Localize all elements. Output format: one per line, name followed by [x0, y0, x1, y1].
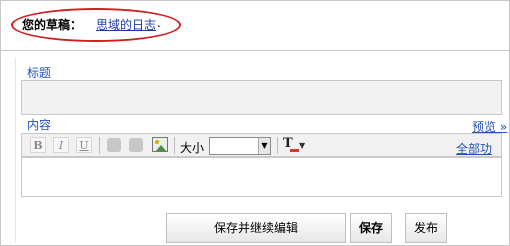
- emoticon-icon[interactable]: [107, 138, 121, 152]
- title-input[interactable]: [21, 80, 502, 115]
- save-button[interactable]: 保存: [350, 213, 392, 243]
- bold-button[interactable]: B: [30, 137, 46, 153]
- color-bar: [290, 149, 299, 152]
- divider: [1, 50, 509, 51]
- insert-image-icon[interactable]: [152, 137, 168, 152]
- font-color-button[interactable]: T ▼: [283, 136, 306, 154]
- publish-button[interactable]: 发布: [405, 213, 447, 243]
- content-label: 内容: [27, 118, 52, 132]
- font-size-select[interactable]: ▼: [209, 137, 271, 155]
- draft-dot: .: [157, 16, 161, 30]
- chevron-down-icon: ▼: [299, 141, 306, 150]
- underline-button[interactable]: U: [76, 137, 92, 153]
- save-continue-button[interactable]: 保存并继续编辑: [166, 213, 346, 243]
- title-label: 标题: [27, 66, 52, 80]
- toolbar-separator: [174, 137, 175, 154]
- emoticon-alt-icon[interactable]: [129, 138, 143, 152]
- draft-link[interactable]: 思域的日志: [96, 16, 156, 33]
- draft-notice: 您的草稿： 思域的日志 .: [0, 0, 510, 50]
- draft-label: 您的草稿：: [22, 18, 83, 32]
- content-editor[interactable]: [21, 157, 502, 197]
- chevron-down-icon[interactable]: ▼: [258, 138, 270, 154]
- editor-toolbar: B I U 大小 ▼ T ▼ 全部功能: [21, 133, 502, 173]
- toolbar-separator: [277, 137, 278, 154]
- toolbar-separator: [99, 137, 100, 154]
- italic-button[interactable]: I: [53, 137, 69, 153]
- font-size-label: 大小: [180, 141, 205, 155]
